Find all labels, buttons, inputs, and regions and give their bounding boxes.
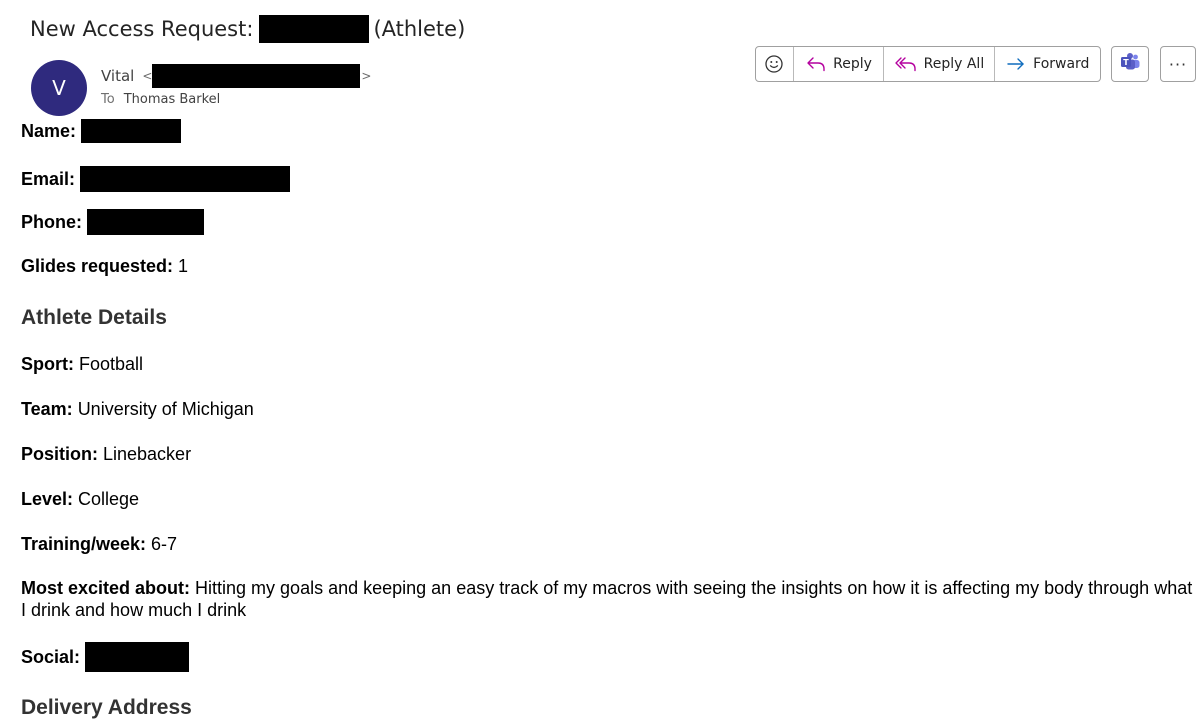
avatar-initial: V	[52, 76, 66, 100]
sport-value: Football	[79, 353, 144, 374]
recipient-line: To Thomas Barkel	[101, 90, 220, 108]
email-subject: New Access Request: (Athlete)	[30, 12, 465, 46]
redacted-athlete-name	[259, 15, 370, 43]
position-value: Linebacker	[103, 443, 192, 464]
redacted-sender-email	[152, 64, 361, 88]
social-field: Social:	[21, 642, 190, 672]
svg-text:T: T	[1123, 58, 1129, 67]
redacted-name	[81, 119, 182, 143]
more-actions-button[interactable]: ···	[1160, 46, 1196, 82]
reply-icon	[805, 55, 827, 73]
email-reading-pane: New Access Request: (Athlete) V Vital < …	[0, 0, 1200, 728]
training-label: Training/week:	[21, 533, 147, 554]
training-field: Training/week: 6-7	[21, 531, 177, 557]
recipient-name[interactable]: Thomas Barkel	[124, 92, 221, 107]
team-field: Team: University of Michigan	[21, 396, 254, 422]
reply-all-button[interactable]: Reply All	[884, 47, 995, 81]
glides-label: Glides requested:	[21, 255, 174, 276]
level-field: Level: College	[21, 486, 139, 512]
delivery-address-heading: Delivery Address	[21, 696, 192, 719]
glides-field: Glides requested: 1	[21, 253, 188, 279]
social-label: Social:	[21, 646, 81, 667]
most-excited-value: Hitting my goals and keeping an easy tra…	[21, 578, 1193, 620]
forward-label: Forward	[1033, 56, 1090, 72]
team-label: Team:	[21, 398, 73, 419]
forward-button[interactable]: Forward	[995, 47, 1100, 81]
more-icon: ···	[1168, 54, 1188, 74]
redacted-social	[85, 642, 190, 672]
teams-icon: T	[1119, 51, 1141, 78]
phone-label: Phone:	[21, 211, 82, 232]
sport-label: Sport:	[21, 353, 74, 374]
redacted-phone	[87, 209, 204, 235]
sender-email-close: >	[361, 69, 372, 83]
redacted-email	[80, 166, 291, 192]
sender-name[interactable]: Vital	[101, 67, 134, 85]
forward-icon	[1005, 55, 1027, 73]
reply-label: Reply	[833, 56, 872, 72]
reply-all-label: Reply All	[923, 56, 985, 72]
email-label: Email:	[21, 168, 76, 189]
name-label: Name:	[21, 120, 77, 141]
athlete-details-heading: Athlete Details	[21, 306, 167, 329]
smiley-icon	[764, 54, 784, 74]
to-label: To	[101, 91, 115, 107]
position-field: Position: Linebacker	[21, 441, 191, 467]
name-field: Name:	[21, 118, 182, 144]
phone-field: Phone:	[21, 209, 204, 235]
sport-field: Sport: Football	[21, 351, 143, 377]
message-actions-toolbar: Reply Reply All Forward	[755, 46, 1101, 82]
glides-value: 1	[178, 255, 189, 276]
level-label: Level:	[21, 488, 74, 509]
most-excited-field: Most excited about: Hitting my goals and…	[21, 577, 1199, 621]
team-value: University of Michigan	[77, 398, 254, 419]
sender-email-open: <	[142, 69, 153, 83]
training-value: 6-7	[151, 533, 178, 554]
level-value: College	[78, 488, 140, 509]
reply-all-icon	[894, 55, 918, 73]
subject-suffix: (Athlete)	[373, 17, 466, 41]
teams-button[interactable]: T	[1111, 46, 1149, 82]
reaction-button[interactable]	[756, 47, 794, 81]
reply-button[interactable]: Reply	[794, 47, 885, 81]
position-label: Position:	[21, 443, 98, 464]
most-excited-label: Most excited about:	[21, 578, 191, 598]
sender-line: Vital < >	[101, 64, 371, 88]
subject-prefix: New Access Request:	[30, 17, 254, 41]
sender-avatar[interactable]: V	[31, 60, 87, 116]
email-field: Email:	[21, 166, 291, 192]
